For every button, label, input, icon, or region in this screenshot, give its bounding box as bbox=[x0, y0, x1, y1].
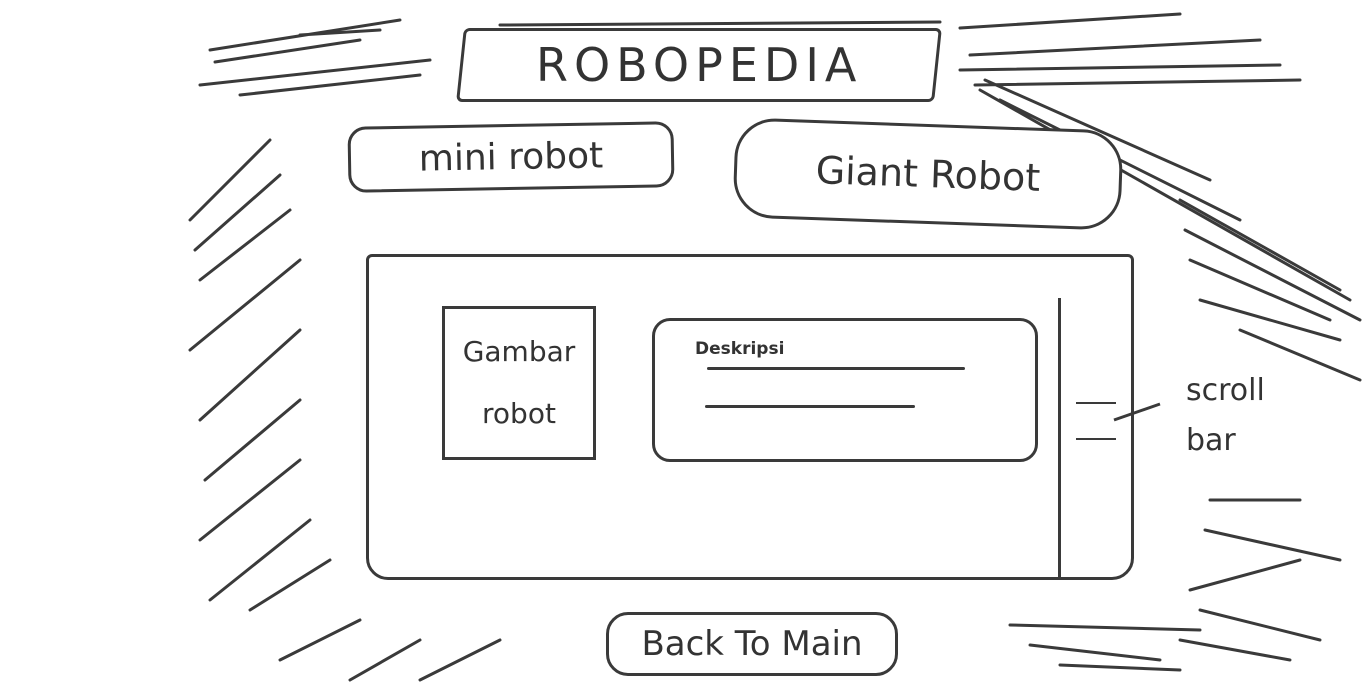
annotation-arrow bbox=[1113, 402, 1161, 422]
scrollbar-annotation: scroll bar bbox=[1186, 373, 1265, 458]
back-to-main-button[interactable]: Back To Main bbox=[606, 612, 898, 676]
